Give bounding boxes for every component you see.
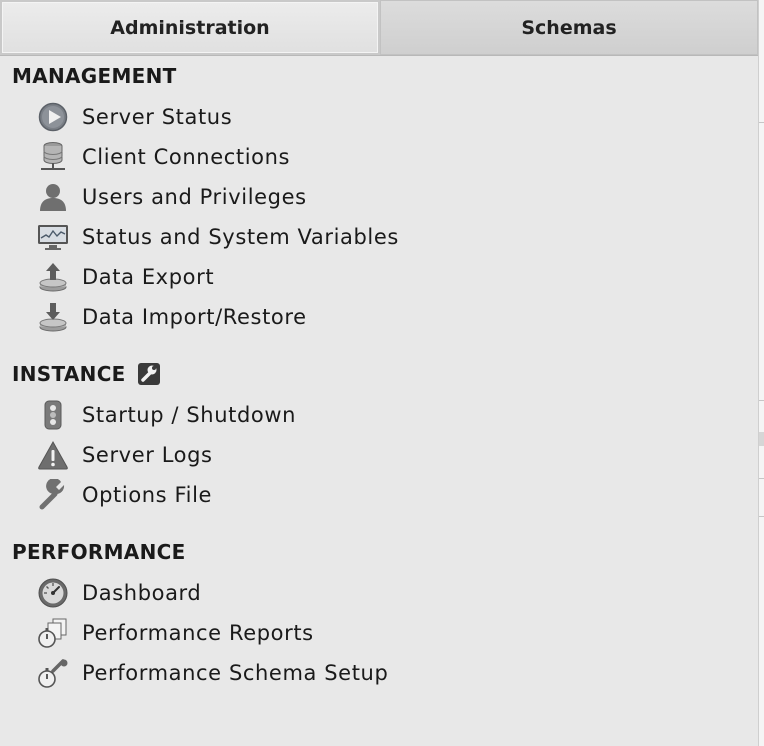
tab-administration[interactable]: Administration (0, 0, 380, 55)
nav-item-data-export[interactable]: Data Export (36, 260, 214, 294)
section-title-label: INSTANCE (12, 362, 126, 386)
nav-item-users-privileges[interactable]: Users and Privileges (36, 180, 307, 214)
stopwatch-report-icon (36, 616, 70, 650)
stopwatch-wrench-icon (36, 656, 70, 690)
monitor-chart-icon (36, 220, 70, 254)
play-circle-icon (36, 100, 70, 134)
section-title-instance: INSTANCE (12, 362, 160, 386)
user-icon (36, 180, 70, 214)
warning-icon (36, 438, 70, 472)
nav-item-label: Options File (82, 483, 213, 507)
nav-item-performance-schema-setup[interactable]: Performance Schema Setup (36, 656, 388, 690)
nav-item-label: Performance Schema Setup (82, 661, 389, 685)
gauge-icon (36, 576, 70, 610)
nav-item-label: Data Export (82, 265, 215, 289)
traffic-light-icon (36, 398, 70, 432)
nav-item-options-file[interactable]: Options File (36, 478, 212, 512)
download-disk-icon (36, 300, 70, 334)
nav-item-label: Performance Reports (82, 621, 314, 645)
nav-item-startup-shutdown[interactable]: Startup / Shutdown (36, 398, 296, 432)
wrench-icon (36, 478, 70, 512)
nav-item-label: Client Connections (82, 145, 291, 169)
nav-item-label: Server Logs (82, 443, 213, 467)
nav-item-label: Status and System Variables (82, 225, 399, 249)
upload-disk-icon (36, 260, 70, 294)
nav-item-label: Dashboard (82, 581, 202, 605)
nav-item-status-system-variables[interactable]: Status and System Variables (36, 220, 399, 254)
nav-item-server-status[interactable]: Server Status (36, 100, 232, 134)
section-title-performance: PERFORMANCE (12, 540, 186, 564)
tab-bar: Administration Schemas (0, 0, 758, 56)
nav-item-label: Users and Privileges (82, 185, 307, 209)
nav-item-label: Server Status (82, 105, 233, 129)
nav-item-performance-reports[interactable]: Performance Reports (36, 616, 314, 650)
nav-item-label: Startup / Shutdown (82, 403, 297, 427)
nav-item-server-logs[interactable]: Server Logs (36, 438, 213, 472)
nav-item-client-connections[interactable]: Client Connections (36, 140, 290, 174)
database-network-icon (36, 140, 70, 174)
nav-item-dashboard[interactable]: Dashboard (36, 576, 201, 610)
tab-schemas[interactable]: Schemas (380, 0, 758, 55)
nav-item-data-import-restore[interactable]: Data Import/Restore (36, 300, 307, 334)
adjacent-panel-edge (758, 0, 764, 746)
nav-item-label: Data Import/Restore (82, 305, 307, 329)
section-title-label: PERFORMANCE (12, 540, 186, 564)
section-title-label: MANAGEMENT (12, 64, 177, 88)
section-title-management: MANAGEMENT (12, 64, 177, 88)
instance-settings-icon[interactable] (137, 363, 160, 385)
